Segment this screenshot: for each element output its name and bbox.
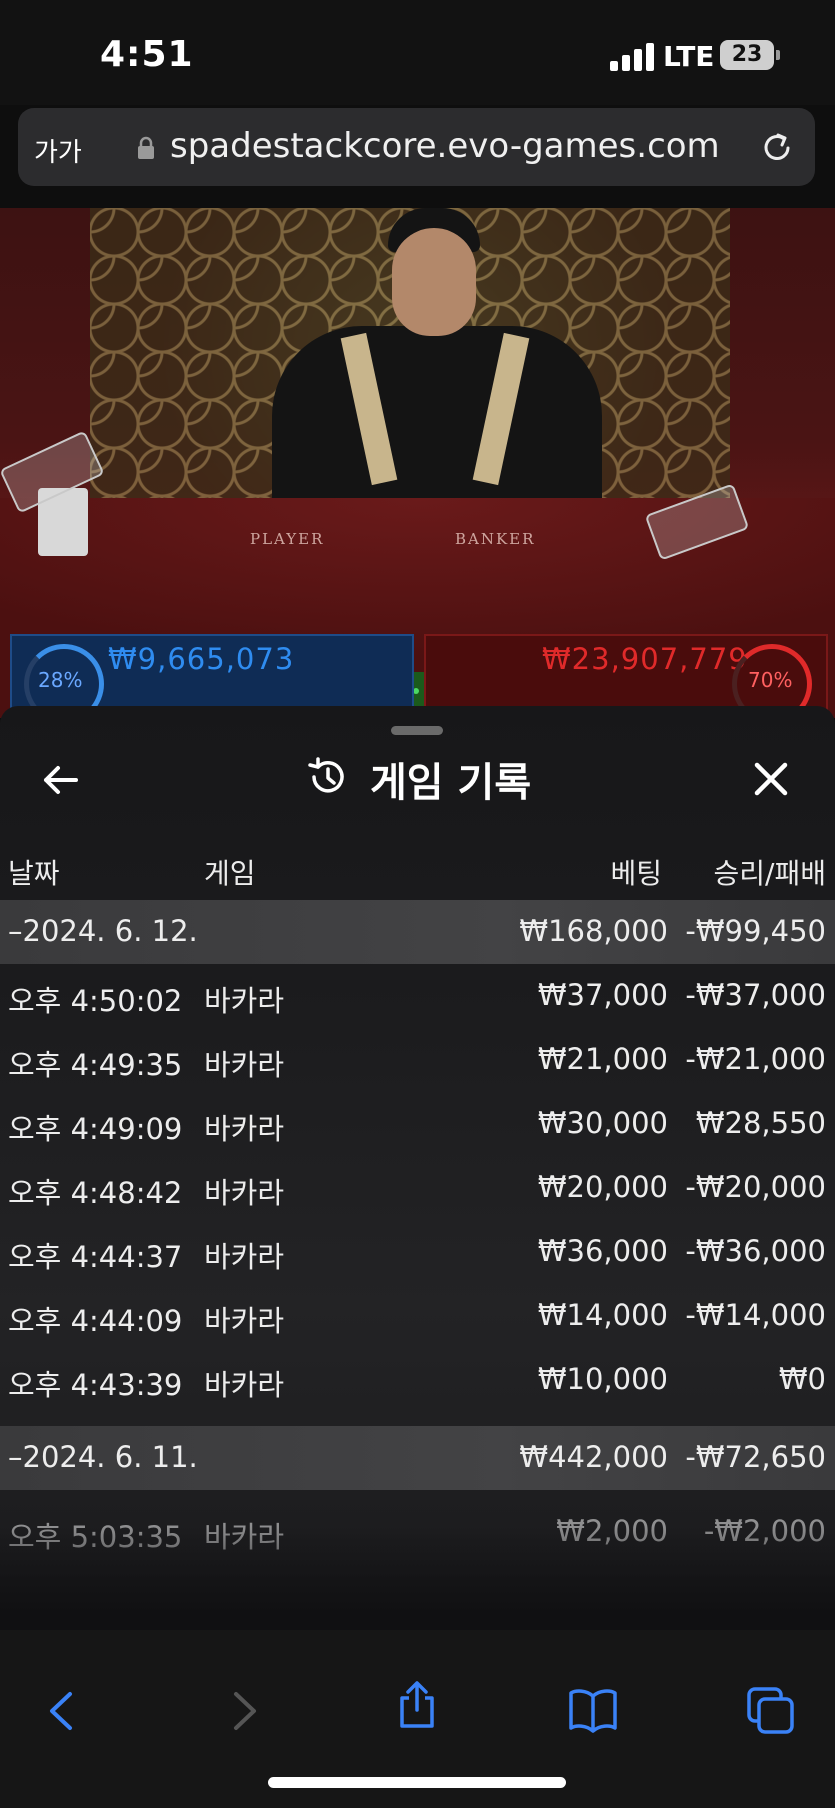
row-game: 바카라: [204, 1112, 285, 1146]
row-game: 바카라: [204, 984, 285, 1018]
felt-label-banker: BANKER: [455, 530, 536, 548]
game-history-sheet: 게임 기록 날짜 게임 베팅 승리/패배 –2024. 6. 12. ₩168,…: [0, 706, 835, 1630]
row-result: ₩0: [778, 1362, 826, 1396]
row-result: -₩20,000: [685, 1170, 826, 1204]
row-result: -₩14,000: [685, 1298, 826, 1332]
text-size-button[interactable]: 가가: [34, 132, 82, 169]
felt-label-player: PLAYER: [250, 530, 325, 548]
row-game: 바카라: [204, 1368, 285, 1402]
row-bet: ₩36,000: [537, 1234, 668, 1268]
table-row[interactable]: 오후 4:44:09 바카라 ₩14,000 -₩14,000: [0, 1284, 835, 1348]
group-bet-total: ₩442,000: [519, 1440, 668, 1474]
row-time: 오후 4:49:09: [8, 1112, 183, 1146]
signal-icon: [610, 43, 654, 71]
row-game: 바카라: [204, 1176, 285, 1210]
row-time: 오후 4:49:35: [8, 1048, 183, 1082]
sheet-title: 게임 기록: [370, 760, 532, 806]
table-row[interactable]: 오후 4:44:37 바카라 ₩36,000 -₩36,000: [0, 1220, 835, 1284]
row-result: -₩37,000: [685, 978, 826, 1012]
bookmarks-icon[interactable]: [568, 1686, 618, 1736]
group-result-total: -₩72,650: [685, 1440, 826, 1474]
close-icon[interactable]: [752, 760, 790, 798]
chevron-left-icon[interactable]: [38, 1686, 88, 1736]
row-result: -₩36,000: [685, 1234, 826, 1268]
chevron-right-icon[interactable]: [218, 1686, 268, 1736]
row-bet: ₩10,000: [537, 1362, 668, 1396]
table-row[interactable]: 오후 4:49:09 바카라 ₩30,000 ₩28,550: [0, 1092, 835, 1156]
row-time: 오후 4:43:39: [8, 1368, 183, 1402]
row-bet: ₩14,000: [537, 1298, 668, 1332]
group-date: –2024. 6. 11.: [8, 1440, 198, 1474]
row-time: 오후 4:44:09: [8, 1304, 183, 1338]
date-group-header[interactable]: –2024. 6. 11. ₩442,000 -₩72,650: [0, 1426, 835, 1490]
lock-icon: [138, 136, 154, 159]
row-game: 바카라: [204, 1304, 285, 1338]
row-time: 오후 4:44:37: [8, 1240, 183, 1274]
table-row[interactable]: 오후 4:48:42 바카라 ₩20,000 -₩20,000: [0, 1156, 835, 1220]
scroll-fade: [0, 1526, 835, 1630]
row-bet: ₩30,000: [537, 1106, 668, 1140]
arrow-left-icon[interactable]: [40, 760, 80, 800]
group-result-total: -₩99,450: [685, 914, 826, 948]
table-row[interactable]: 오후 4:50:02 바카라 ₩37,000 -₩37,000: [0, 964, 835, 1028]
col-date: 날짜: [8, 857, 60, 890]
history-icon: [308, 757, 344, 793]
banker-pct: 70%: [748, 668, 793, 692]
status-bar: 4:51 LTE 23: [0, 0, 835, 105]
dealer-head: [392, 228, 476, 336]
row-result: ₩28,550: [695, 1106, 826, 1140]
battery-icon: 23: [720, 40, 774, 70]
row-result: -₩21,000: [685, 1042, 826, 1076]
col-bet: 베팅: [610, 857, 662, 890]
share-icon[interactable]: [392, 1680, 442, 1730]
group-date: –2024. 6. 12.: [8, 914, 198, 948]
row-game: 바카라: [204, 1240, 285, 1274]
url-text[interactable]: spadestackcore.evo-games.com: [170, 126, 720, 166]
address-bar[interactable]: 가가 spadestackcore.evo-games.com: [18, 108, 815, 186]
player-amount: ₩9,665,073: [108, 642, 295, 676]
date-group-header[interactable]: –2024. 6. 12. ₩168,000 -₩99,450: [0, 900, 835, 964]
battery-tip: [776, 50, 780, 60]
player-pct: 28%: [38, 668, 83, 692]
group-bet-total: ₩168,000: [519, 914, 668, 948]
network-type: LTE: [663, 40, 715, 73]
table-row[interactable]: 오후 4:49:35 바카라 ₩21,000 -₩21,000: [0, 1028, 835, 1092]
row-bet: ₩21,000: [537, 1042, 668, 1076]
tabs-icon[interactable]: [746, 1686, 796, 1736]
row-time: 오후 4:50:02: [8, 984, 183, 1018]
col-game: 게임: [204, 857, 256, 890]
banker-amount: ₩23,907,779: [542, 642, 748, 676]
row-bet: ₩37,000: [537, 978, 668, 1012]
row-bet: ₩20,000: [537, 1170, 668, 1204]
row-game: 바카라: [204, 1048, 285, 1082]
col-result: 승리/패배: [713, 857, 826, 890]
reload-icon[interactable]: [758, 128, 796, 166]
row-time: 오후 4:48:42: [8, 1176, 183, 1210]
sheet-grabber[interactable]: [391, 726, 443, 735]
table-row[interactable]: 오후 4:43:39 바카라 ₩10,000 ₩0: [0, 1348, 835, 1412]
status-time: 4:51: [100, 34, 194, 75]
home-indicator: [268, 1777, 566, 1788]
